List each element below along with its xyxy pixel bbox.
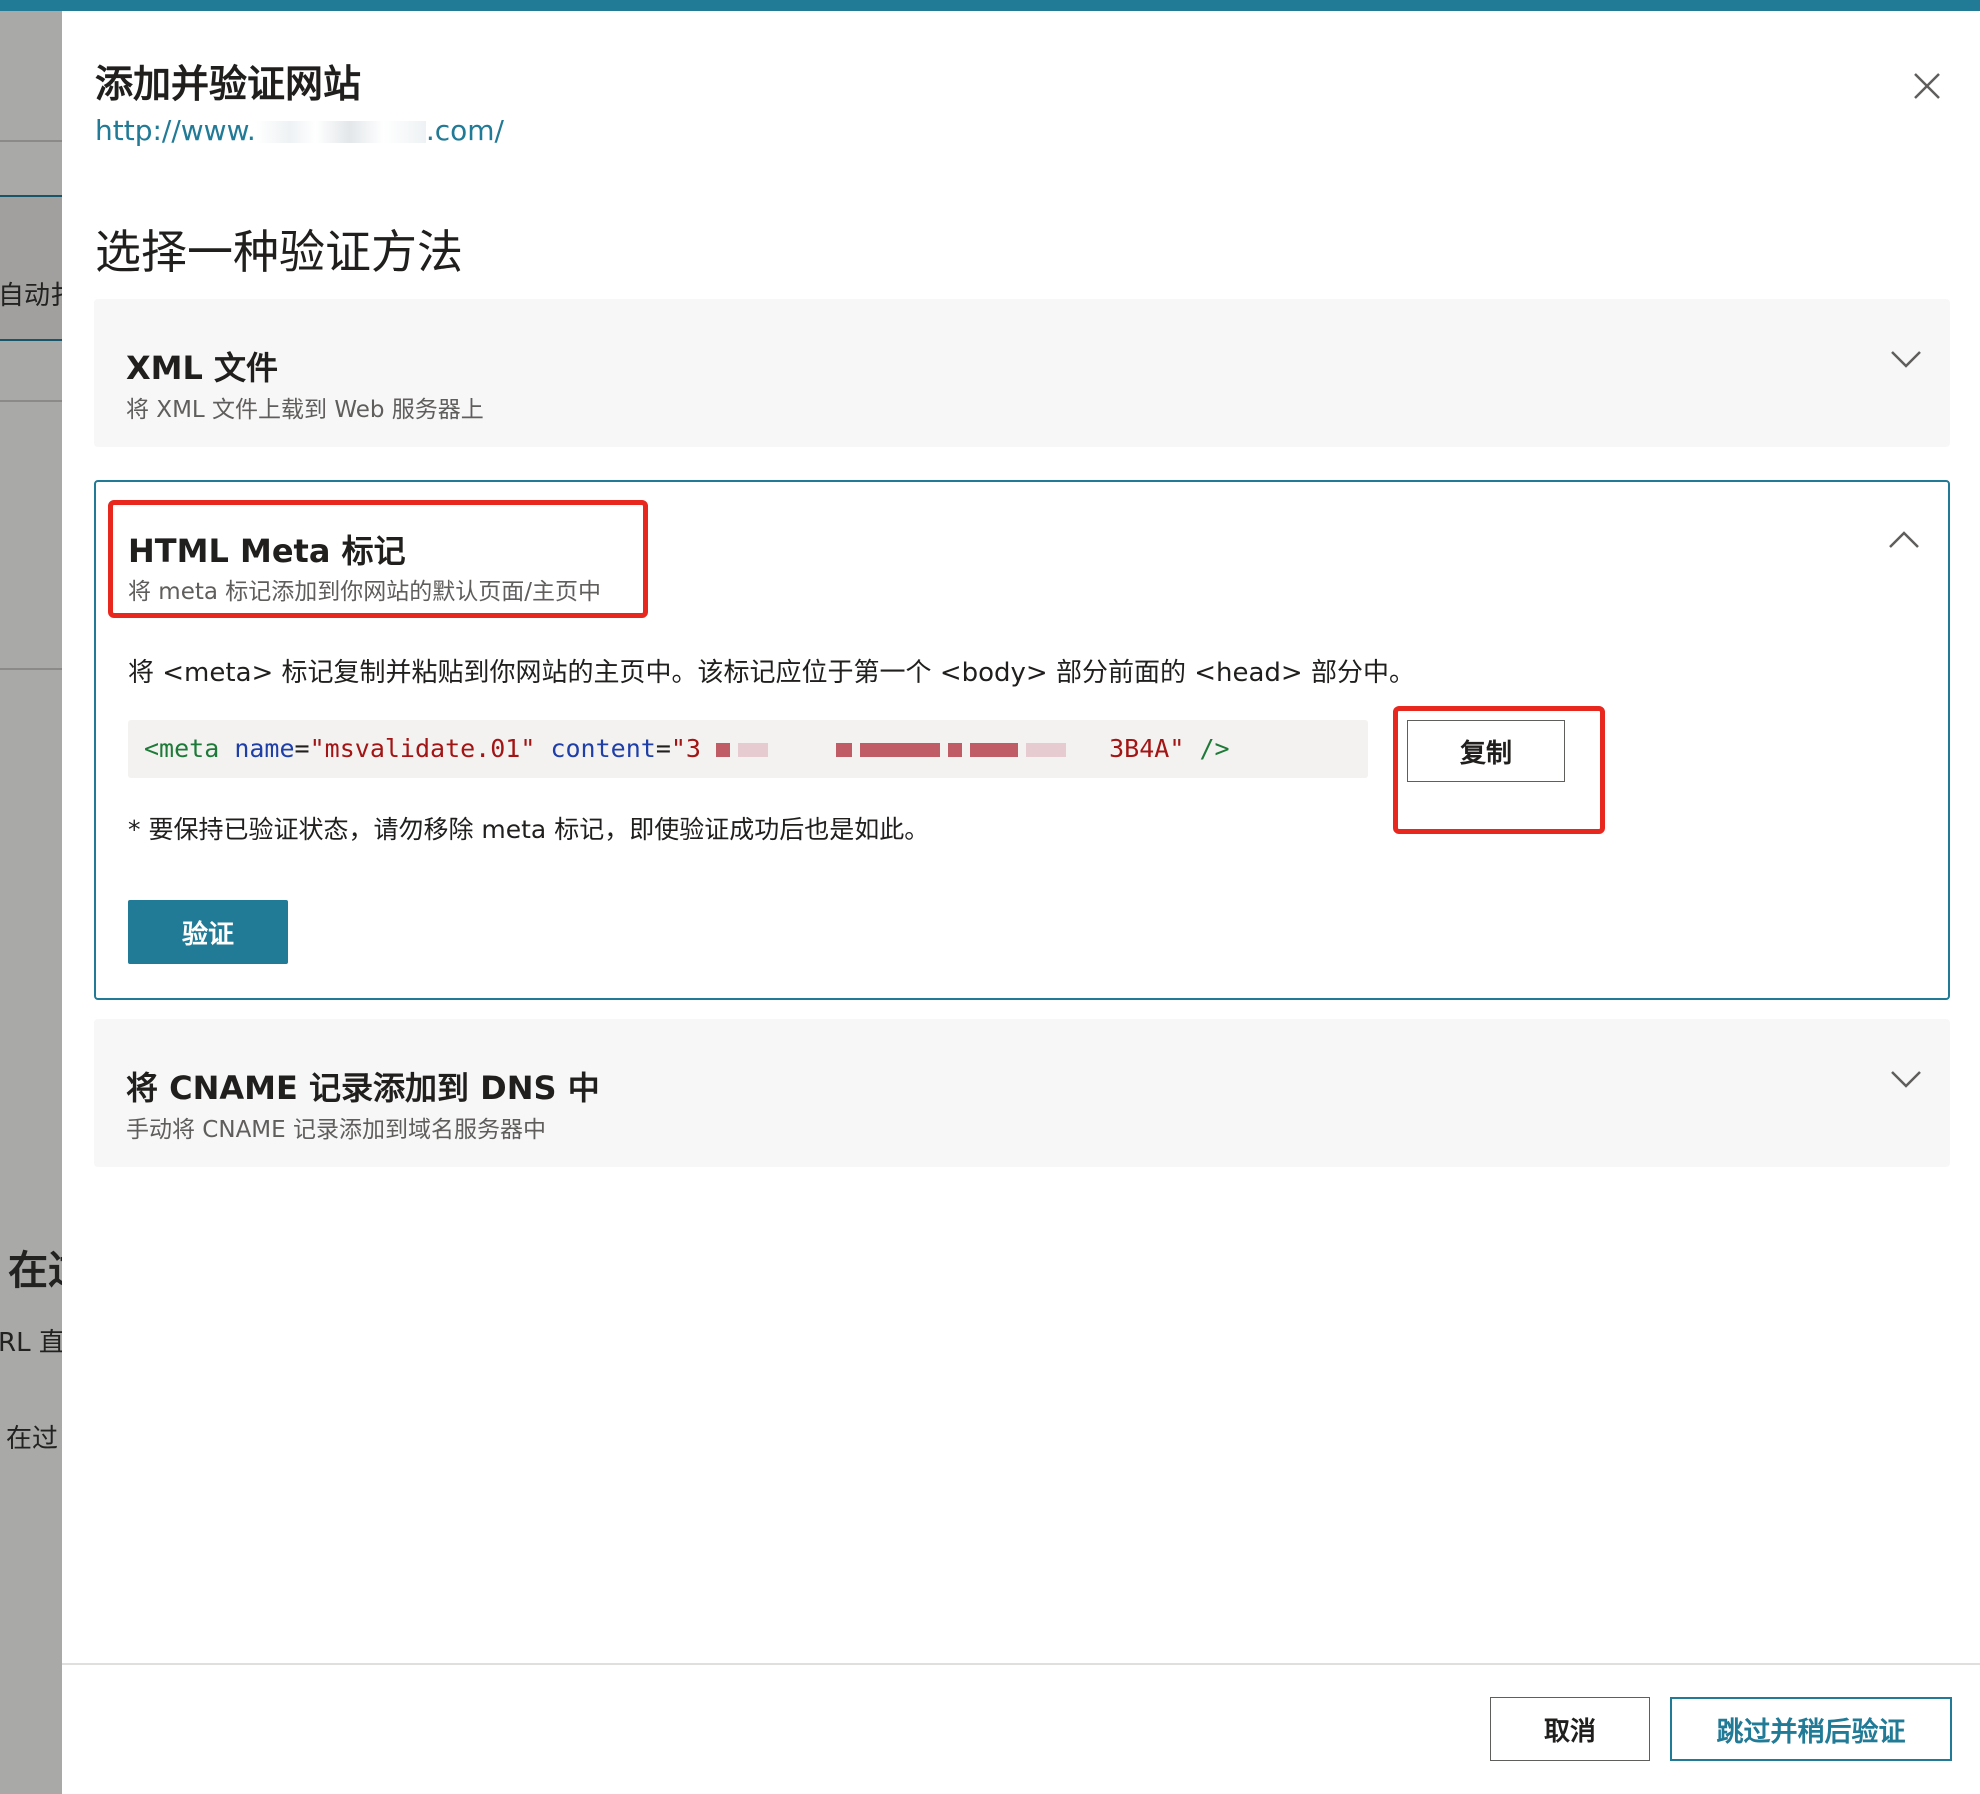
top-accent-bar — [0, 0, 1980, 11]
code-attr-content: content — [550, 734, 656, 763]
close-button[interactable] — [1898, 57, 1956, 115]
method-title[interactable]: HTML Meta 标记 — [128, 526, 406, 572]
close-icon — [1914, 73, 1940, 99]
site-url-suffix: .com/ — [425, 114, 504, 147]
dialog-title: 添加并验证网站 — [95, 62, 362, 106]
code-content-value-end: 3B4A" — [1109, 734, 1185, 763]
meta-instruction: 将 <meta> 标记复制并粘贴到你网站的主页中。该标记应位于第一个 <body… — [128, 658, 1415, 688]
code-tag-open: <meta — [144, 734, 220, 763]
chevron-down-icon[interactable] — [1886, 339, 1926, 379]
copy-button[interactable]: 复制 — [1407, 720, 1565, 782]
code-equals: = — [655, 734, 671, 763]
method-title: XML 文件 — [126, 349, 279, 387]
method-cname-dns[interactable]: 将 CNAME 记录添加到 DNS 中 手动将 CNAME 记录添加到域名服务器… — [94, 1019, 1950, 1167]
method-subtitle: 将 XML 文件上载到 Web 服务器上 — [126, 397, 484, 423]
method-xml-file[interactable]: XML 文件 将 XML 文件上载到 Web 服务器上 — [94, 299, 1950, 447]
choose-method-heading: 选择一种验证方法 — [95, 225, 463, 279]
footer-divider — [62, 1663, 1980, 1665]
chevron-up-icon[interactable] — [1884, 520, 1924, 560]
meta-tag-code[interactable]: <meta name="msvalidate.01" content="3 3B… — [128, 720, 1368, 778]
cancel-button[interactable]: 取消 — [1490, 1697, 1650, 1761]
code-equals: = — [294, 734, 310, 763]
code-content-value-start: "3 — [670, 734, 701, 763]
code-tag-close: /> — [1199, 734, 1230, 763]
chevron-down-icon[interactable] — [1886, 1059, 1926, 1099]
verify-button[interactable]: 验证 — [128, 900, 288, 964]
redacted-domain — [255, 121, 426, 143]
meta-keep-note: * 要保持已验证状态，请勿移除 meta 标记，即使验证成功后也是如此。 — [128, 815, 930, 844]
skip-verify-later-button[interactable]: 跳过并稍后验证 — [1670, 1697, 1952, 1761]
modal-overlay[interactable] — [0, 0, 62, 1794]
add-verify-site-dialog: 添加并验证网站 http://www. .com/ 选择一种验证方法 XML 文件… — [62, 11, 1980, 1794]
site-url: http://www. .com/ — [95, 114, 504, 147]
method-subtitle: 将 meta 标记添加到你网站的默认页面/主页中 — [128, 579, 602, 605]
code-name-value: "msvalidate.01" — [309, 734, 536, 763]
method-subtitle: 手动将 CNAME 记录添加到域名服务器中 — [126, 1117, 546, 1143]
method-html-meta: HTML Meta 标记 将 meta 标记添加到你网站的默认页面/主页中 将 … — [94, 480, 1950, 1000]
site-url-prefix: http://www. — [95, 114, 256, 147]
redacted-token — [716, 734, 1109, 763]
code-attr-name: name — [234, 734, 295, 763]
method-title: 将 CNAME 记录添加到 DNS 中 — [126, 1069, 600, 1107]
